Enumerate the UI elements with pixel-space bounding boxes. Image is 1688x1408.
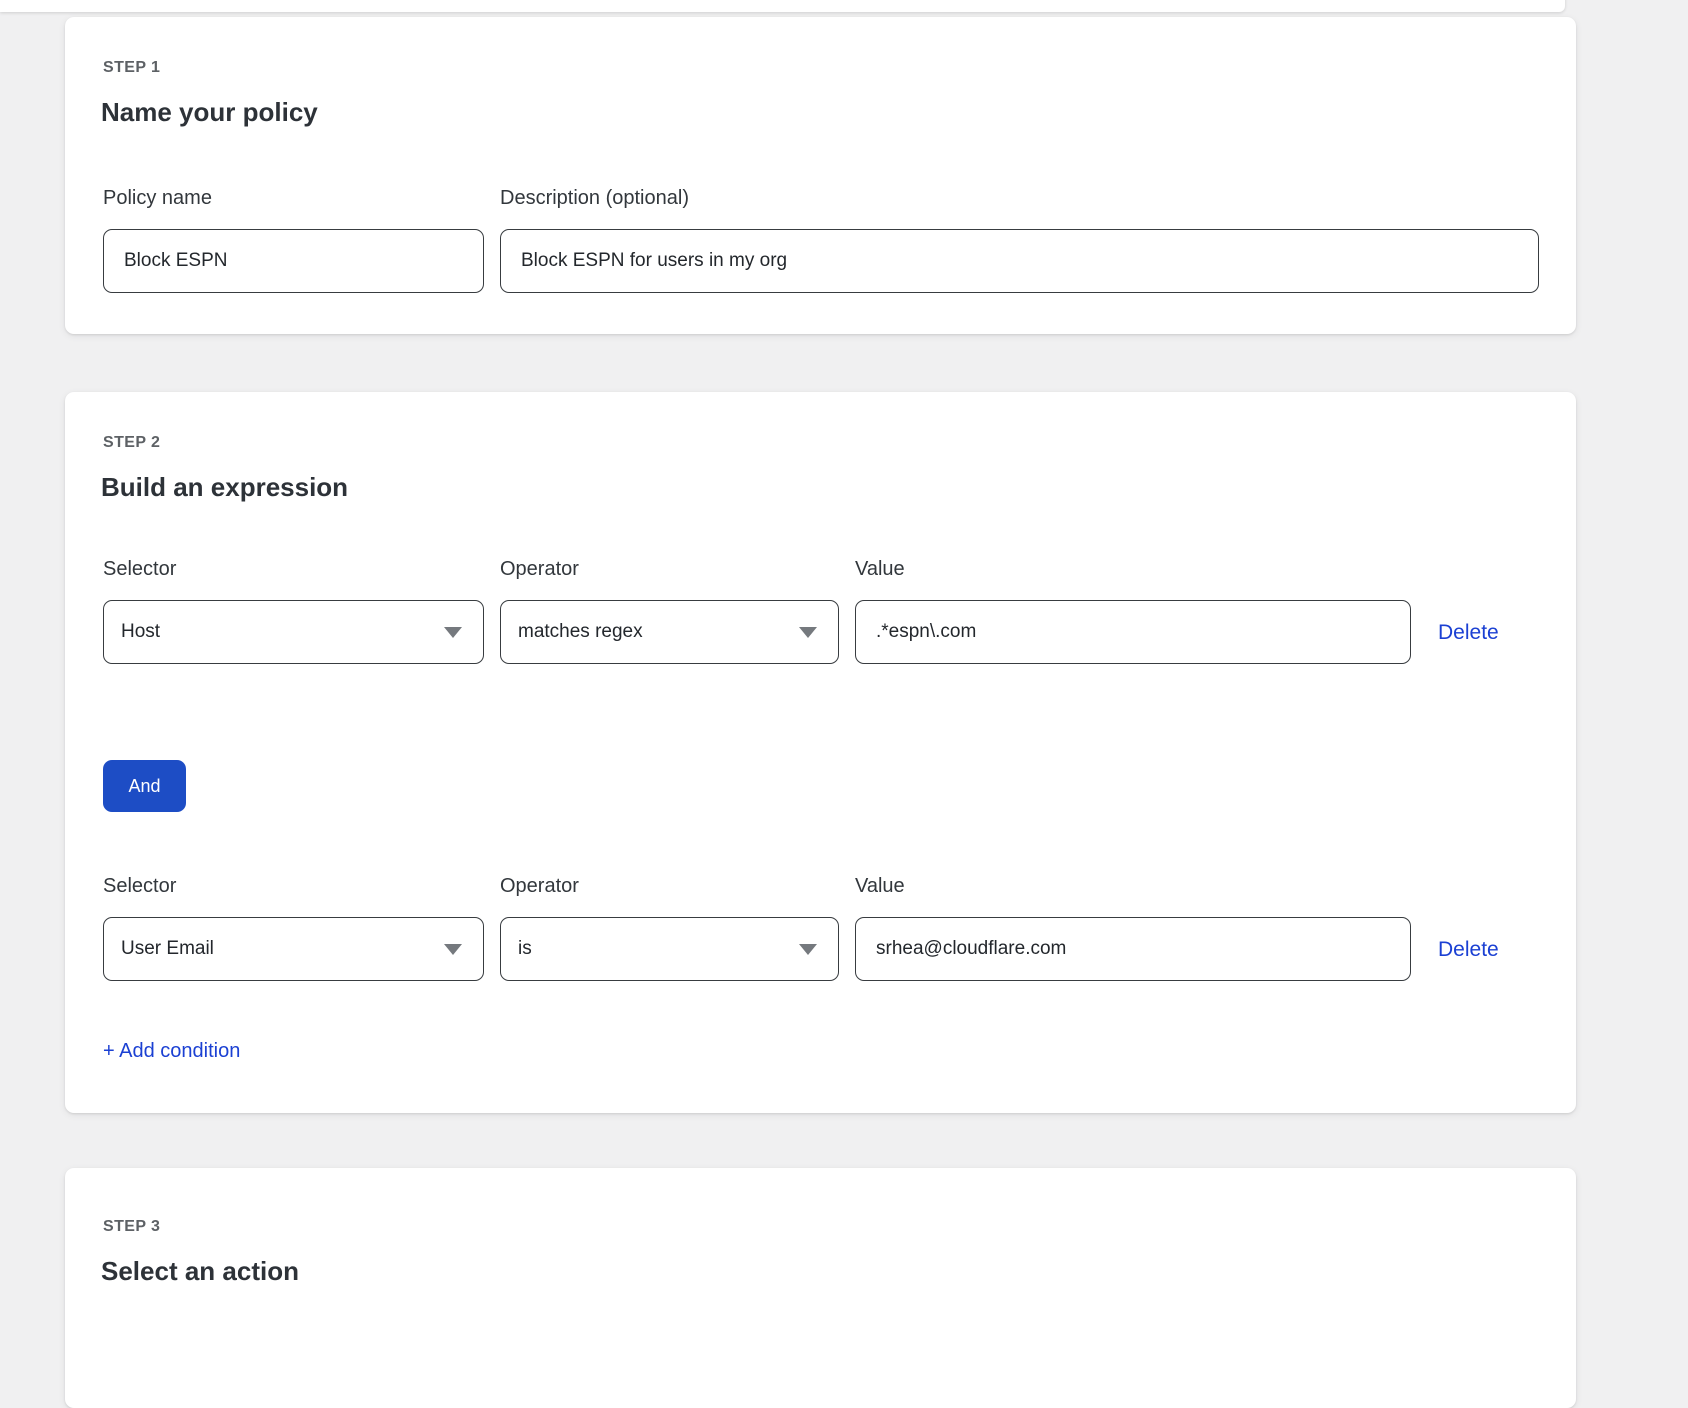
step3-card: STEP 3 Select an action — [65, 1168, 1576, 1408]
description-input[interactable] — [500, 229, 1539, 293]
step3-label: STEP 3 — [103, 1218, 160, 1236]
step1-label: STEP 1 — [103, 59, 160, 77]
chevron-down-icon — [799, 627, 817, 638]
policy-name-input[interactable] — [103, 229, 484, 293]
previous-section-edge — [0, 0, 1565, 12]
chevron-down-icon — [444, 627, 462, 638]
step1-card: STEP 1 Name your policy Policy name Desc… — [65, 17, 1576, 334]
delete-condition-row2-link[interactable]: Delete — [1438, 938, 1499, 962]
operator-select-row1-value: matches regex — [518, 621, 643, 643]
selector-column-label-row2: Selector — [103, 875, 484, 898]
add-condition-link[interactable]: + Add condition — [103, 1040, 240, 1063]
policy-name-label: Policy name — [103, 187, 212, 210]
operator-select-row1[interactable]: matches regex — [500, 600, 839, 664]
value-column-label-row2: Value — [855, 875, 1411, 898]
and-button[interactable]: And — [103, 760, 186, 812]
selector-column-label-row1: Selector — [103, 558, 484, 581]
selector-select-row2-value: User Email — [121, 938, 214, 960]
description-label: Description (optional) — [500, 187, 689, 210]
step2-title: Build an expression — [101, 472, 348, 503]
value-column-label-row1: Value — [855, 558, 1411, 581]
operator-column-label-row2: Operator — [500, 875, 839, 898]
step2-label: STEP 2 — [103, 434, 160, 452]
operator-column-label-row1: Operator — [500, 558, 839, 581]
selector-select-row1-value: Host — [121, 621, 160, 643]
value-input-row2[interactable] — [855, 917, 1411, 981]
step1-title: Name your policy — [101, 97, 318, 128]
step2-card: STEP 2 Build an expression Selector Oper… — [65, 392, 1576, 1113]
chevron-down-icon — [444, 944, 462, 955]
operator-select-row2[interactable]: is — [500, 917, 839, 981]
selector-select-row2[interactable]: User Email — [103, 917, 484, 981]
value-input-row1[interactable] — [855, 600, 1411, 664]
selector-select-row1[interactable]: Host — [103, 600, 484, 664]
chevron-down-icon — [799, 944, 817, 955]
step3-title: Select an action — [101, 1256, 299, 1287]
operator-select-row2-value: is — [518, 938, 532, 960]
delete-condition-row1-link[interactable]: Delete — [1438, 621, 1499, 645]
